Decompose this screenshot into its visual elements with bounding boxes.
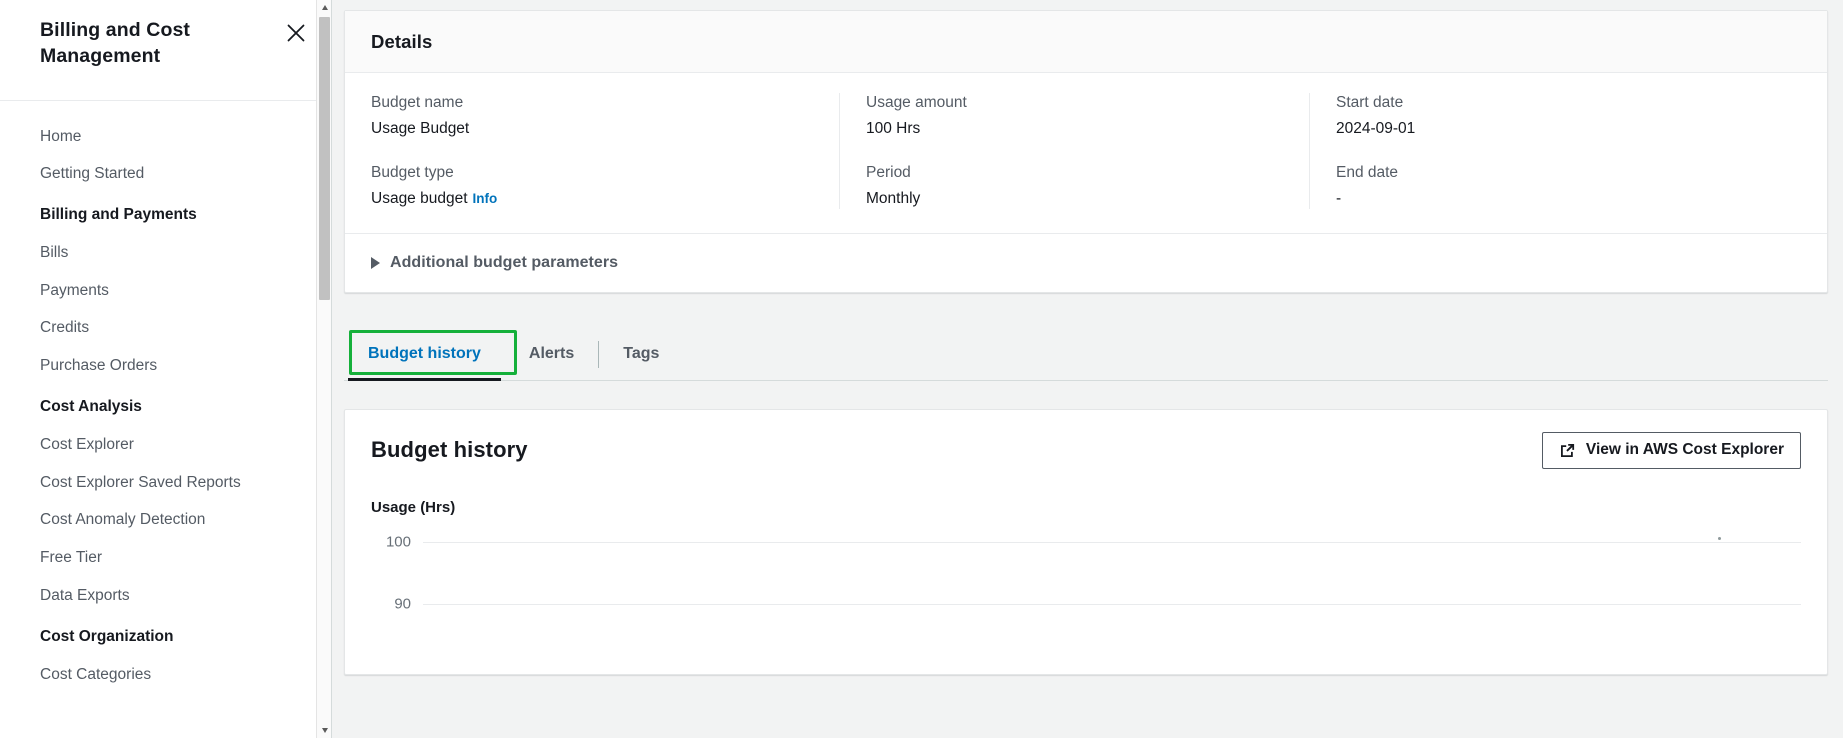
details-card-header: Details <box>345 11 1827 73</box>
field-value: 100 Hrs <box>866 120 921 138</box>
sidebar-item-data-exports[interactable]: Data Exports <box>0 577 331 615</box>
budget-history-chart: Usage (Hrs) 100 90 <box>345 483 1827 674</box>
scrollbar-thumb[interactable] <box>319 17 330 300</box>
field-period: Period Monthly <box>866 163 1283 209</box>
chart-gridline: 100 <box>386 533 1801 550</box>
tab-list: Budget history Alerts Tags <box>344 329 1828 381</box>
field-value: Usage Budget <box>371 120 470 138</box>
field-start-date: Start date 2024-09-01 <box>1336 93 1801 139</box>
sidebar-item-cost-explorer[interactable]: Cost Explorer <box>0 427 331 465</box>
field-usage-amount: Usage amount 100 Hrs <box>866 93 1283 139</box>
sidebar-item-payments[interactable]: Payments <box>0 272 331 310</box>
details-body: Budget name Usage Budget Budget type Usa… <box>345 73 1827 233</box>
sidebar-item-bills[interactable]: Bills <box>0 235 331 273</box>
additional-budget-parameters-expander[interactable]: Additional budget parameters <box>345 232 1827 292</box>
sidebar-item-credits[interactable]: Credits <box>0 310 331 348</box>
chart-y-tick-label: 90 <box>394 595 411 612</box>
external-link-icon <box>1559 442 1576 459</box>
expander-label: Additional budget parameters <box>390 253 619 271</box>
chart-y-tick-label: 100 <box>385 533 411 550</box>
sidebar-section-cost-organization: Cost Organization <box>40 627 174 645</box>
field-label: End date <box>1336 163 1399 181</box>
tab-label: Alerts <box>528 345 575 362</box>
budget-history-card: Budget history View in AWS Cost Explorer… <box>344 408 1828 675</box>
chart-data-marker <box>1718 536 1722 540</box>
field-label: Budget type <box>371 163 454 181</box>
sidebar-scrollbar[interactable] <box>316 0 331 738</box>
field-label: Budget name <box>371 94 464 111</box>
button-label: View in AWS Cost Explorer <box>1585 441 1784 458</box>
field-value-row: Usage budget Info <box>371 189 813 208</box>
sidebar-item-cost-explorer-saved-reports[interactable]: Cost Explorer Saved Reports <box>0 464 331 502</box>
details-column-1: Budget name Usage Budget Budget type Usa… <box>345 93 839 209</box>
budget-history-header: Budget history View in AWS Cost Explorer <box>345 410 1827 483</box>
field-label: Period <box>866 163 911 181</box>
sidebar-item-cost-anomaly-detection[interactable]: Cost Anomaly Detection <box>0 502 331 540</box>
details-card: Details Budget name Usage Budget Budget … <box>344 10 1828 293</box>
chart-y-axis-title: Usage (Hrs) <box>371 498 456 516</box>
sidebar-item-free-tier[interactable]: Free Tier <box>0 540 331 578</box>
sidebar-item-purchase-orders[interactable]: Purchase Orders <box>0 348 331 386</box>
field-label: Start date <box>1336 94 1404 111</box>
tab-alerts[interactable]: Alerts <box>505 329 598 380</box>
field-value: - <box>1336 190 1342 208</box>
field-budget-name: Budget name Usage Budget <box>371 93 813 139</box>
field-value: 2024-09-01 <box>1336 120 1416 138</box>
sidebar-section-cost-analysis: Cost Analysis <box>40 398 142 416</box>
main-content: Details Budget name Usage Budget Budget … <box>332 0 1843 738</box>
field-label: Usage amount <box>866 94 967 111</box>
tabs-container: Budget history Alerts Tags <box>344 329 1828 381</box>
info-link[interactable]: Info <box>473 191 498 206</box>
sidebar-nav: Home Getting Started Billing and Payment… <box>0 101 331 694</box>
close-icon[interactable] <box>283 20 309 46</box>
triangle-right-icon <box>371 256 380 269</box>
tab-tags[interactable]: Tags <box>599 329 683 380</box>
sidebar-item-home[interactable]: Home <box>0 118 331 156</box>
chart-gridline: 90 <box>394 595 1801 612</box>
field-budget-type: Budget type Usage budget Info <box>371 163 813 209</box>
sidebar-item-cost-categories[interactable]: Cost Categories <box>0 656 331 694</box>
navigation-sidebar: Billing and Cost Management Home Getting… <box>0 0 332 738</box>
budget-history-heading: Budget history <box>371 437 528 462</box>
tab-label: Budget history <box>368 345 481 362</box>
sidebar-item-getting-started[interactable]: Getting Started <box>0 156 331 194</box>
app-root: Billing and Cost Management Home Getting… <box>0 0 1843 738</box>
field-value: Usage budget <box>371 190 468 208</box>
view-in-aws-cost-explorer-button[interactable]: View in AWS Cost Explorer <box>1541 431 1801 469</box>
field-end-date: End date - <box>1336 163 1801 209</box>
details-column-3: Start date 2024-09-01 End date - <box>1309 93 1827 209</box>
details-column-2: Usage amount 100 Hrs Period Monthly <box>839 93 1309 209</box>
tab-label: Tags <box>623 345 660 362</box>
tab-budget-history[interactable]: Budget history <box>344 329 505 381</box>
scroll-down-arrow-icon[interactable] <box>317 723 331 738</box>
scroll-up-arrow-icon[interactable] <box>317 0 331 15</box>
sidebar-section-billing-and-payments: Billing and Payments <box>40 206 197 224</box>
chart-plot-area: 100 90 <box>386 533 1801 674</box>
sidebar-title: Billing and Cost Management <box>40 19 191 67</box>
details-heading: Details <box>371 31 433 52</box>
sidebar-header: Billing and Cost Management <box>0 0 331 101</box>
field-value: Monthly <box>866 190 921 208</box>
